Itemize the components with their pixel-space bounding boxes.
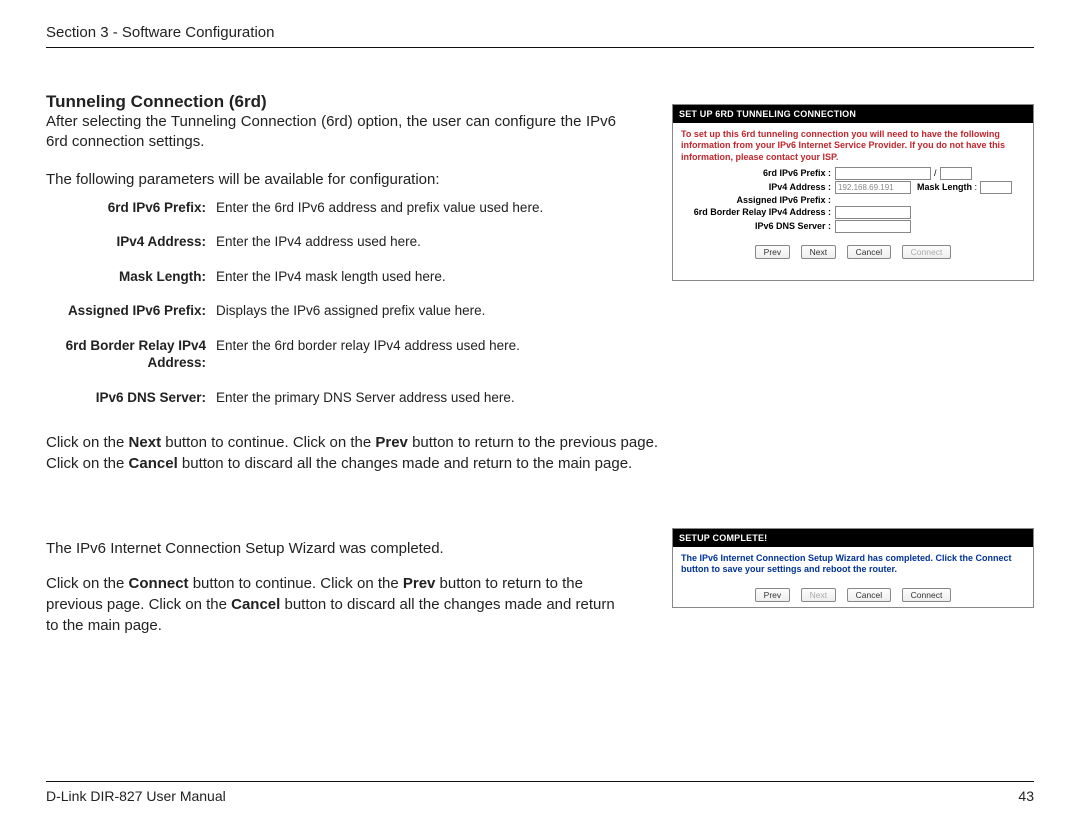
input-6rd-prefix-len[interactable] bbox=[940, 167, 972, 180]
slash-separator: / bbox=[931, 168, 940, 178]
field-label-relay: 6rd Border Relay IPv4 Address bbox=[681, 207, 835, 217]
field-label-dns: IPv6 DNS Server bbox=[681, 221, 835, 231]
field-label-assigned: Assigned IPv6 Prefix bbox=[681, 195, 835, 205]
param-desc: Enter the IPv4 address used here. bbox=[216, 228, 549, 263]
table-row: IPv6 DNS Server:Enter the primary DNS Se… bbox=[46, 384, 549, 419]
instruction-paragraph-1: Click on the Next button to continue. Cl… bbox=[46, 432, 1034, 474]
input-mask-length[interactable] bbox=[980, 181, 1012, 194]
instruction-paragraph-2: Click on the Connect button to continue.… bbox=[46, 573, 626, 636]
page-number: 43 bbox=[1018, 788, 1034, 804]
table-row: Assigned IPv6 Prefix:Displays the IPv6 a… bbox=[46, 297, 549, 332]
table-row: 6rd Border Relay IPv4 Address:Enter the … bbox=[46, 332, 549, 384]
param-label: IPv6 DNS Server: bbox=[46, 384, 216, 419]
next-button[interactable]: Next bbox=[801, 245, 836, 259]
panel-instruction: To set up this 6rd tunneling connection … bbox=[681, 129, 1025, 163]
parameters-table: 6rd IPv6 Prefix:Enter the 6rd IPv6 addre… bbox=[46, 194, 549, 419]
input-6rd-prefix[interactable] bbox=[835, 167, 931, 180]
param-label: 6rd Border Relay IPv4 Address: bbox=[46, 332, 216, 384]
param-desc: Enter the 6rd border relay IPv4 address … bbox=[216, 332, 549, 384]
panel-instruction: The IPv6 Internet Connection Setup Wizar… bbox=[681, 553, 1025, 576]
input-dns-server[interactable] bbox=[835, 220, 911, 233]
screenshot-6rd-setup: SET UP 6RD TUNNELING CONNECTION To set u… bbox=[672, 104, 1034, 281]
table-row: 6rd IPv6 Prefix:Enter the 6rd IPv6 addre… bbox=[46, 194, 549, 229]
panel-title: SET UP 6RD TUNNELING CONNECTION bbox=[673, 105, 1033, 123]
param-label: Mask Length: bbox=[46, 263, 216, 298]
cancel-button[interactable]: Cancel bbox=[847, 588, 891, 602]
param-desc: Enter the IPv4 mask length used here. bbox=[216, 263, 549, 298]
connect-button[interactable]: Connect bbox=[902, 588, 952, 602]
cancel-button[interactable]: Cancel bbox=[847, 245, 891, 259]
intro-text: After selecting the Tunneling Connection… bbox=[46, 112, 616, 153]
panel-title: SETUP COMPLETE! bbox=[673, 529, 1033, 547]
footer-left: D-Link DIR-827 User Manual bbox=[46, 788, 226, 804]
param-desc: Enter the 6rd IPv6 address and prefix va… bbox=[216, 194, 549, 229]
screenshot-setup-complete: SETUP COMPLETE! The IPv6 Internet Connec… bbox=[672, 528, 1034, 608]
table-row: IPv4 Address:Enter the IPv4 address used… bbox=[46, 228, 549, 263]
prev-button[interactable]: Prev bbox=[755, 245, 790, 259]
param-label: 6rd IPv6 Prefix: bbox=[46, 194, 216, 229]
param-desc: Enter the primary DNS Server address use… bbox=[216, 384, 549, 419]
section-header: Section 3 - Software Configuration bbox=[46, 24, 1034, 48]
input-border-relay[interactable] bbox=[835, 206, 911, 219]
field-label-ipv4: IPv4 Address bbox=[681, 182, 835, 192]
input-ipv4-address[interactable] bbox=[835, 181, 911, 194]
prev-button[interactable]: Prev bbox=[755, 588, 790, 602]
param-desc: Displays the IPv6 assigned prefix value … bbox=[216, 297, 549, 332]
param-label: IPv4 Address: bbox=[46, 228, 216, 263]
field-label-6rd-prefix: 6rd IPv6 Prefix bbox=[681, 168, 835, 178]
next-button: Next bbox=[801, 588, 836, 602]
param-label: Assigned IPv6 Prefix: bbox=[46, 297, 216, 332]
field-label-mask: Mask Length bbox=[917, 182, 972, 192]
table-row: Mask Length:Enter the IPv4 mask length u… bbox=[46, 263, 549, 298]
connect-button: Connect bbox=[902, 245, 952, 259]
